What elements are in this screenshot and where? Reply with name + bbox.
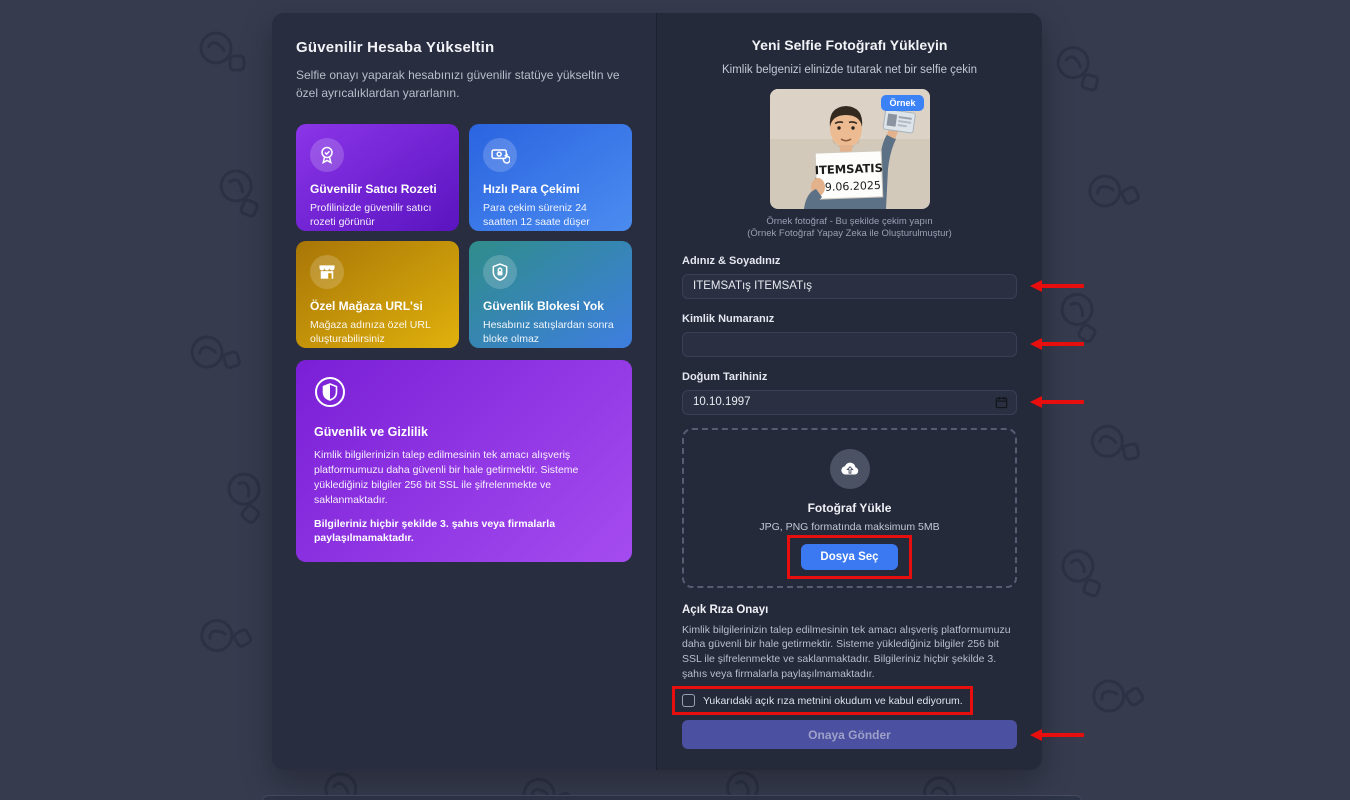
field-name: Adınız & Soyadınız bbox=[682, 254, 1084, 299]
verification-modal: Güvenilir Hesaba Yükseltin Selfie onayı … bbox=[272, 13, 1084, 770]
card-title: Güvenilir Satıcı Rozeti bbox=[310, 182, 437, 196]
choose-file-button[interactable]: Dosya Seç bbox=[801, 543, 898, 570]
example-caption-line2: (Örnek Fotoğraf Yapay Zeka ile Oluşturul… bbox=[747, 228, 952, 240]
privacy-card-body: Kimlik bilgilerinizin talep edilmesinin … bbox=[314, 449, 579, 506]
privacy-card-note: Bilgileriniz hiçbir şekilde 3. şahıs vey… bbox=[314, 517, 556, 545]
field-id-number: Kimlik Numaranız bbox=[682, 312, 1084, 357]
badge-check-icon bbox=[310, 138, 344, 172]
consent-checkbox-label: Yukarıdaki açık rıza metnini okudum ve k… bbox=[703, 694, 963, 707]
next-section-edge bbox=[261, 795, 1083, 800]
card-body: Hesabınız satışlardan sonra bloke olmaz bbox=[483, 319, 614, 346]
benefit-card-seller-badge: Güvenilir Satıcı Rozeti Profilinizde güv… bbox=[296, 124, 459, 231]
sign-text-line1: ITEMSATIS bbox=[814, 161, 883, 177]
consent-checkbox-row[interactable]: Yukarıdaki açık rıza metnini okudum ve k… bbox=[672, 686, 973, 716]
card-title: Özel Mağaza URL'si bbox=[310, 299, 423, 313]
birth-date-value: 10.10.1997 bbox=[693, 396, 751, 409]
consent-body: Kimlik bilgilerinizin talep edilmesinin … bbox=[682, 623, 1011, 680]
example-photo: ITEMSATIS 19.06.2025 Örnek bbox=[769, 89, 930, 209]
selfie-upload-column: Yeni Selfie Fotoğrafı Yükleyin Kimlik be… bbox=[656, 13, 1084, 770]
benefits-description: Selfie onayı yaparak hesabınızı güvenili… bbox=[296, 68, 620, 100]
benefit-card-store-url: Özel Mağaza URL'si Mağaza adınıza özel U… bbox=[296, 241, 459, 348]
id-number-label: Kimlik Numaranız bbox=[682, 312, 775, 325]
card-title: Hızlı Para Çekimi bbox=[483, 182, 580, 196]
card-body: Mağaza adınıza özel URL oluşturabilirsin… bbox=[310, 319, 431, 346]
example-caption-line1: Örnek fotoğraf - Bu şekilde çekim yapın bbox=[766, 216, 933, 227]
privacy-card-title: Güvenlik ve Gizlilik bbox=[314, 425, 428, 439]
card-body: Para çekim süreniz 24 saatten 12 saate d… bbox=[483, 202, 590, 229]
consent-title: Açık Rıza Onayı bbox=[682, 603, 769, 616]
name-label: Adınız & Soyadınız bbox=[682, 254, 781, 267]
name-input[interactable] bbox=[682, 273, 1017, 299]
storefront-icon bbox=[310, 255, 344, 289]
annotation-arrow-name bbox=[1030, 280, 1084, 293]
benefits-title: Güvenilir Hesaba Yükseltin bbox=[296, 39, 495, 56]
shield-lock-icon bbox=[483, 255, 517, 289]
birth-date-label: Doğum Tarihiniz bbox=[682, 370, 768, 383]
calendar-icon[interactable] bbox=[995, 396, 1008, 414]
submit-for-approval-button[interactable]: Onaya Gönder bbox=[682, 720, 1017, 750]
benefit-card-fast-withdraw: Hızlı Para Çekimi Para çekim süreniz 24 … bbox=[469, 124, 632, 231]
cloud-upload-icon bbox=[829, 448, 870, 489]
benefit-cards: Güvenilir Satıcı Rozeti Profilinizde güv… bbox=[296, 124, 632, 348]
birth-date-input[interactable]: 10.10.1997 bbox=[682, 389, 1017, 415]
id-number-input[interactable] bbox=[682, 331, 1017, 357]
example-caption: Örnek fotoğraf - Bu şekilde çekim yapın … bbox=[682, 216, 1017, 241]
privacy-card: Güvenlik ve Gizlilik Kimlik bilgileriniz… bbox=[296, 360, 632, 562]
card-title: Güvenlik Blokesi Yok bbox=[483, 299, 604, 313]
upload-hint: JPG, PNG formatında maksimum 5MB bbox=[759, 520, 940, 533]
example-badge: Örnek bbox=[881, 95, 924, 111]
card-body: Profilinizde güvenilir satıcı rozeti gör… bbox=[310, 202, 432, 229]
cash-withdraw-icon bbox=[483, 138, 517, 172]
upload-section-title: Yeni Selfie Fotoğrafı Yükleyin bbox=[751, 37, 948, 53]
shield-half-icon bbox=[314, 376, 614, 413]
annotation-arrow-id bbox=[1030, 338, 1084, 351]
sign-text-line2: 19.06.2025 bbox=[817, 179, 880, 194]
field-birth-date: Doğum Tarihiniz 10.10.1997 bbox=[682, 370, 1084, 415]
consent-checkbox[interactable] bbox=[682, 694, 695, 708]
photo-dropzone[interactable]: Fotoğraf Yükle JPG, PNG formatında maksi… bbox=[682, 427, 1017, 588]
upload-section-subtitle: Kimlik belgenizi elinizde tutarak net bi… bbox=[721, 64, 978, 76]
annotation-arrow-submit bbox=[1030, 729, 1084, 742]
upload-title: Fotoğraf Yükle bbox=[807, 500, 892, 515]
benefit-card-no-block: Güvenlik Blokesi Yok Hesabınız satışlard… bbox=[469, 241, 632, 348]
annotation-arrow-birth bbox=[1030, 396, 1084, 409]
benefits-column: Güvenilir Hesaba Yükseltin Selfie onayı … bbox=[272, 13, 656, 770]
